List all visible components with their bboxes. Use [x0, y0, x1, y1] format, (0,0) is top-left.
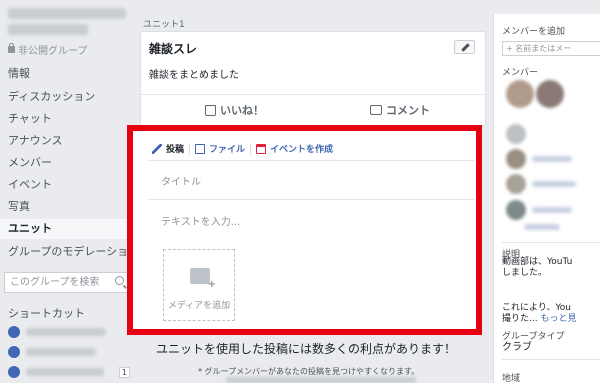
title-input[interactable]: タイトル	[161, 173, 201, 188]
shortcut-item[interactable]: 1	[8, 365, 130, 379]
image-add-icon	[190, 268, 216, 290]
description-text: 撮りた... もっと見	[502, 314, 577, 324]
shortcuts-header: ショートカット	[8, 307, 85, 320]
promo-subtext: * グループメンバーがあなたの投稿を見つけやすくなります。	[198, 367, 420, 376]
unit-post-composer: 投稿 ファイル イベントを作成 タイトル テキストを入力... メディアを追加	[149, 137, 474, 323]
post-card: 雑談スレ 雑談をまとめました いいね！ コメント	[140, 31, 486, 126]
member-avatar[interactable]	[506, 124, 526, 144]
tab-post[interactable]: 投稿	[149, 142, 189, 155]
group-icon	[8, 346, 20, 358]
pencil-icon	[152, 143, 162, 154]
pencil-icon	[461, 43, 470, 52]
promo-heading: ユニットを使用した投稿には数多くの利点があります！	[156, 342, 457, 356]
text-input[interactable]: テキストを入力...	[161, 213, 240, 228]
see-more-link[interactable]: もっと見	[540, 314, 576, 324]
comment-icon	[370, 105, 382, 115]
add-member-title: メンバーを追加	[502, 27, 566, 37]
sidebar-item-members[interactable]: メンバー	[0, 153, 135, 173]
description-text: これにより、You	[502, 303, 571, 313]
highlight-frame: 投稿 ファイル イベントを作成 タイトル テキストを入力... メディアを追加	[127, 125, 482, 335]
composer-tabs: 投稿 ファイル イベントを作成	[149, 137, 474, 161]
sidebar-item-info[interactable]: 情報	[0, 64, 135, 84]
sidebar-item-announcements[interactable]: アナウンス	[0, 131, 135, 151]
sidebar-item-moderation[interactable]: グループのモデレーショ...	[0, 242, 135, 262]
tab-create-event[interactable]: イベントを作成	[251, 142, 338, 155]
left-sidebar: 非公開グループ 情報 ディスカッション チャット アナウンス メンバー イベント…	[0, 0, 135, 383]
group-icon	[8, 326, 20, 338]
sidebar-item-units[interactable]: ユニット	[0, 219, 135, 239]
sidebar-item-events[interactable]: イベント	[0, 175, 135, 195]
divider	[141, 94, 485, 95]
add-member-input[interactable]: + 名前またはメー	[502, 41, 600, 56]
like-button[interactable]: いいね！	[205, 102, 264, 118]
member-avatar[interactable]	[506, 80, 534, 108]
right-column: メンバーを追加 + 名前またはメー メンバー 説明 動画部は、YouTu しまし…	[493, 14, 600, 383]
comment-button[interactable]: コメント	[370, 102, 430, 118]
divider	[149, 199, 474, 200]
search-icon	[115, 276, 124, 285]
group-name-blurred-line2[interactable]	[8, 24, 88, 35]
thumbs-up-icon	[205, 104, 216, 116]
group-search-input[interactable]: このグループを検索	[4, 272, 130, 293]
calendar-icon	[256, 143, 267, 154]
add-media-button[interactable]: メディアを追加	[163, 249, 235, 321]
post-body: 雑談をまとめました	[149, 70, 239, 81]
location-title: 地域	[502, 374, 521, 383]
members-title: メンバー	[502, 68, 539, 78]
group-type-title: グループタイプ	[502, 332, 565, 342]
tab-file[interactable]: ファイル	[190, 142, 250, 155]
lock-icon	[8, 43, 15, 53]
post-title: 雑談スレ	[149, 42, 198, 56]
description-text: 動画部は、YouTu	[502, 257, 573, 267]
member-avatar[interactable]	[506, 149, 526, 169]
group-type-value: クラブ	[502, 342, 532, 353]
shortcut-item[interactable]	[8, 345, 130, 359]
description-text: しました。	[502, 268, 548, 278]
group-name-blurred[interactable]	[8, 8, 126, 19]
sidebar-item-discussion[interactable]: ディスカッション	[0, 87, 135, 107]
privacy-label: 非公開グループ	[8, 42, 87, 57]
sidebar-item-photos[interactable]: 写真	[0, 197, 135, 217]
member-avatar[interactable]	[536, 80, 564, 108]
member-avatar[interactable]	[506, 174, 526, 194]
shortcut-item[interactable]	[8, 325, 130, 339]
unit-label: ユニット1	[143, 20, 185, 30]
member-avatar[interactable]	[506, 200, 526, 220]
sidebar-item-chat[interactable]: チャット	[0, 109, 135, 129]
file-icon	[195, 143, 206, 154]
edit-button[interactable]	[454, 40, 475, 54]
notification-badge: 1	[118, 366, 130, 378]
promo-subtext-blurred	[226, 377, 416, 383]
group-icon	[8, 366, 20, 378]
